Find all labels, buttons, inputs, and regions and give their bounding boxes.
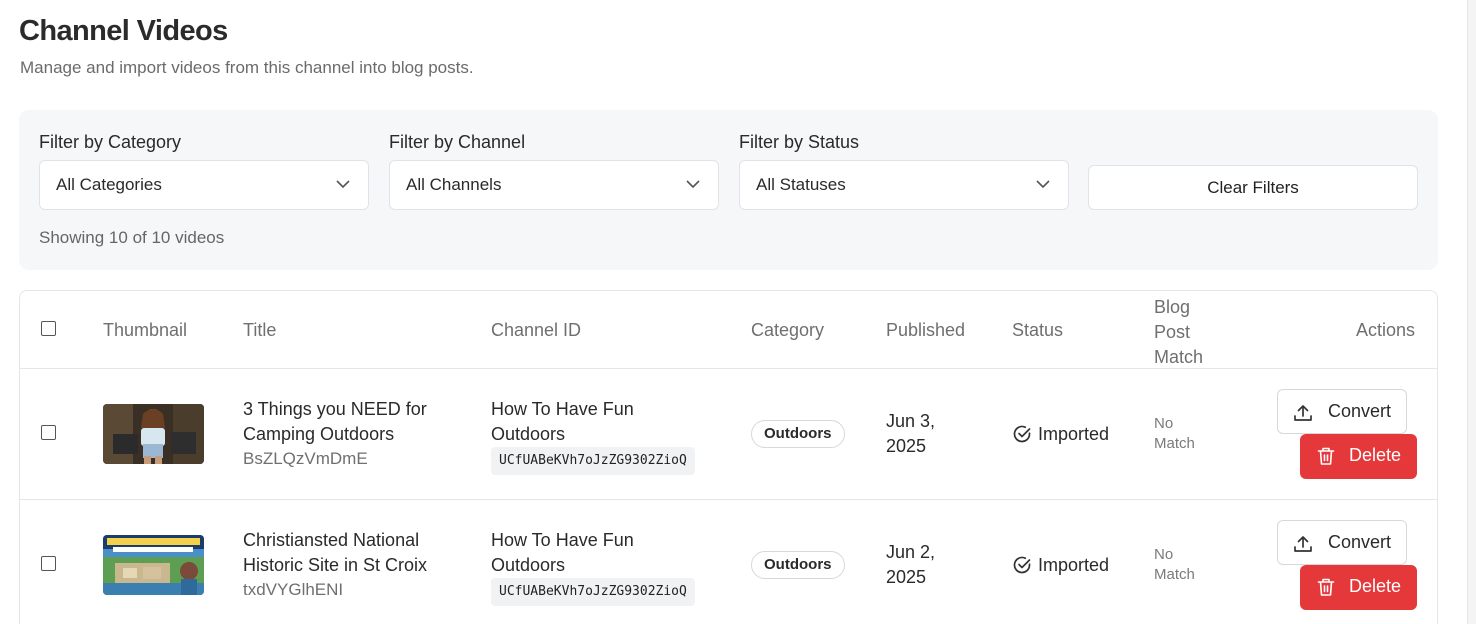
channel-name: How To Have Fun Outdoors	[491, 399, 634, 444]
channel-filter-value: All Channels	[406, 175, 502, 194]
category-filter-label: Filter by Category	[39, 132, 182, 152]
row-checkbox[interactable]	[41, 556, 56, 571]
status-filter-value: All Statuses	[756, 175, 846, 194]
select-all-checkbox[interactable]	[41, 321, 56, 336]
channel-id-code: UCfUABeKVh7oJzZG9302ZioQ	[491, 578, 695, 606]
convert-button[interactable]: Convert	[1277, 389, 1407, 434]
blog-post-match: No Match	[1154, 415, 1195, 452]
chevron-down-icon	[1036, 180, 1050, 189]
filter-panel: Filter by Category All Categories Filter…	[19, 110, 1438, 270]
page-subtitle: Manage and import videos from this chann…	[20, 58, 474, 77]
channel-name: How To Have Fun Outdoors	[491, 530, 634, 575]
status-filter-label: Filter by Status	[739, 132, 860, 152]
table-row: Christiansted National Historic Site in …	[20, 500, 1437, 624]
category-filter-select[interactable]: All Categories	[39, 160, 369, 210]
convert-label: Convert	[1328, 401, 1392, 421]
table-header: Thumbnail Title Channel ID Category Publ…	[20, 291, 1437, 369]
status-filter-select[interactable]: All Statuses	[739, 160, 1069, 210]
video-thumbnail[interactable]	[103, 404, 204, 464]
video-title[interactable]: Christiansted National Historic Site in …	[243, 528, 458, 578]
channel-filter-label: Filter by Channel	[389, 132, 526, 152]
thumbnail-image	[103, 535, 204, 595]
header-thumbnail: Thumbnail	[103, 320, 188, 340]
page-title: Channel Videos	[19, 15, 228, 47]
category-filter-value: All Categories	[56, 175, 162, 194]
header-channel-id: Channel ID	[491, 320, 582, 340]
video-thumbnail[interactable]	[103, 535, 204, 595]
header-category: Category	[751, 320, 825, 340]
category-badge: Outdoors	[751, 420, 845, 448]
trash-icon	[1317, 578, 1335, 596]
header-status: Status	[1012, 320, 1064, 340]
check-circle-icon	[1013, 425, 1031, 443]
thumbnail-image	[103, 404, 204, 464]
convert-button[interactable]: Convert	[1277, 520, 1407, 565]
delete-button[interactable]: Delete	[1300, 565, 1417, 610]
delete-label: Delete	[1349, 576, 1402, 596]
status-text: Imported	[1038, 555, 1110, 575]
chevron-down-icon	[336, 180, 350, 189]
row-checkbox[interactable]	[41, 425, 56, 440]
video-id: txdVYGlhENI	[243, 580, 344, 599]
chevron-down-icon	[686, 180, 700, 189]
upload-icon	[1294, 536, 1312, 552]
header-blog-post-match: Blog Post Match	[1154, 297, 1204, 367]
delete-label: Delete	[1349, 445, 1402, 465]
category-badge: Outdoors	[751, 551, 845, 579]
video-id: BsZLQzVmDmE	[243, 449, 368, 468]
upload-icon	[1294, 405, 1312, 421]
header-published: Published	[886, 320, 966, 340]
trash-icon	[1317, 447, 1335, 465]
header-actions: Actions	[1356, 320, 1416, 340]
results-count: Showing 10 of 10 videos	[39, 228, 225, 247]
status-text: Imported	[1038, 424, 1110, 444]
clear-filters-button[interactable]: Clear Filters	[1088, 165, 1418, 210]
page-scrollbar[interactable]	[1467, 0, 1476, 624]
videos-table: Thumbnail Title Channel ID Category Publ…	[19, 290, 1438, 624]
channel-id-code: UCfUABeKVh7oJzZG9302ZioQ	[491, 447, 695, 475]
blog-post-match: No Match	[1154, 546, 1195, 583]
table-row: 3 Things you NEED for Camping Outdoors B…	[20, 369, 1437, 500]
published-date: Jun 3, 2025	[886, 411, 936, 456]
channel-filter-select[interactable]: All Channels	[389, 160, 719, 210]
check-circle-icon	[1013, 556, 1031, 574]
delete-button[interactable]: Delete	[1300, 434, 1417, 479]
video-title[interactable]: 3 Things you NEED for Camping Outdoors	[243, 397, 458, 447]
convert-label: Convert	[1328, 532, 1392, 552]
header-title: Title	[243, 320, 277, 340]
published-date: Jun 2, 2025	[886, 542, 936, 587]
